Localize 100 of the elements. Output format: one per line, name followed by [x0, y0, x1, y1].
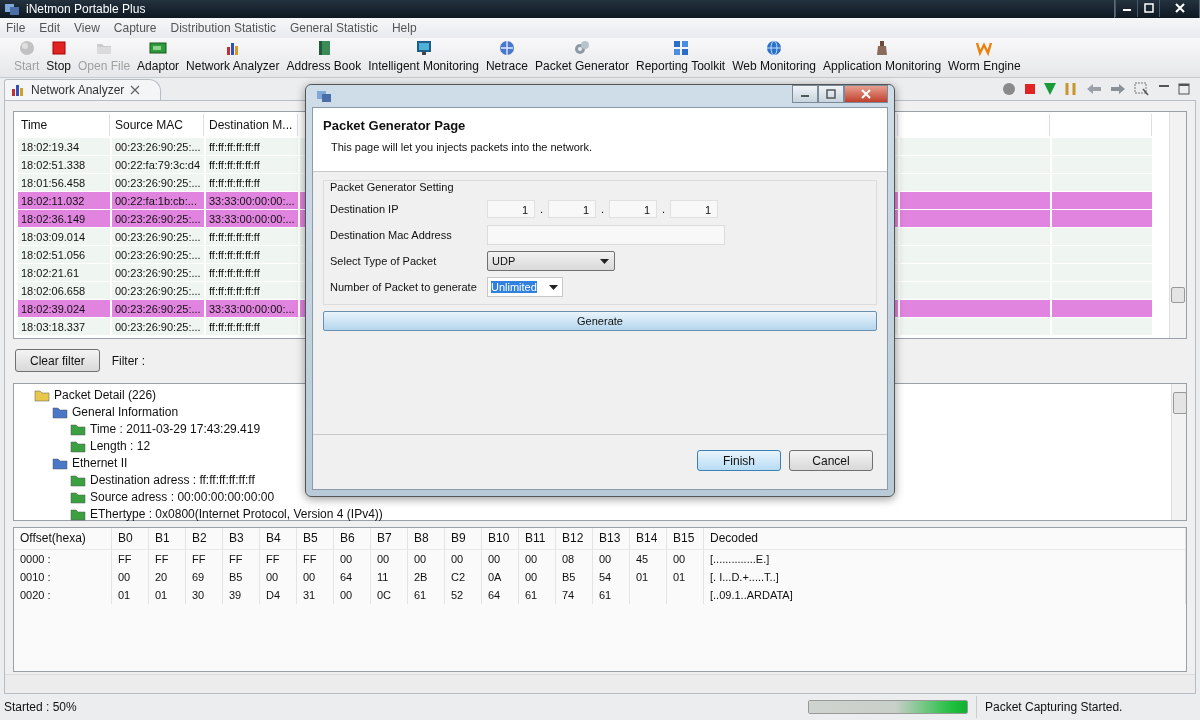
- toolbar-button[interactable]: Address Book: [284, 38, 364, 73]
- dialog-button[interactable]: Finish: [697, 450, 781, 471]
- tree-item[interactable]: General Information: [72, 405, 179, 420]
- table-cell: 18:03:09.014: [18, 228, 110, 246]
- right-arrow-icon[interactable]: [1110, 83, 1126, 95]
- column-header[interactable]: B14: [630, 527, 667, 550]
- table-cell: 00: [340, 588, 353, 601]
- menu-item[interactable]: Edit: [39, 21, 61, 35]
- scrollbar[interactable]: [1169, 112, 1186, 339]
- table-cell: 11: [377, 570, 389, 583]
- table-cell: [..09.1..ARDATA]: [710, 588, 793, 601]
- column-header[interactable]: B1: [149, 527, 186, 550]
- table-cell: 18:02:36.149: [18, 210, 110, 228]
- tree-item[interactable]: Destination adress : ff:ff:ff:ff:ff:ff: [90, 473, 255, 488]
- menu-item[interactable]: Capture: [113, 21, 157, 35]
- column-header[interactable]: B5: [297, 527, 334, 550]
- table-cell: 00: [303, 570, 316, 583]
- menu-item[interactable]: Distribution Statistic: [170, 21, 276, 35]
- menu-item[interactable]: Help: [391, 21, 417, 35]
- column-header[interactable]: B6: [334, 527, 371, 550]
- table-cell: 00: [488, 552, 501, 565]
- ip-octet-field[interactable]: 1: [548, 200, 596, 218]
- table-cell: ff:ff:ff:ff:ff:ff: [206, 174, 298, 192]
- column-header[interactable]: Destination M...: [206, 114, 298, 136]
- table-cell: 30: [192, 588, 205, 601]
- column-header[interactable]: B2: [186, 527, 223, 550]
- table-cell: ff:ff:ff:ff:ff:ff: [206, 246, 298, 264]
- triangle-icon[interactable]: [1044, 82, 1056, 96]
- table-cell: D4: [266, 588, 281, 601]
- table-cell: 00: [266, 570, 279, 583]
- left-arrow-icon[interactable]: [1086, 83, 1102, 95]
- table-cell: 01: [155, 588, 168, 601]
- toolbar-button[interactable]: Adaptor: [135, 38, 182, 73]
- scrollbar[interactable]: [5, 674, 1195, 693]
- toolbar-button[interactable]: Packet Generator: [532, 38, 631, 73]
- table-cell: 0C: [377, 588, 392, 601]
- table-cell: 00: [525, 570, 538, 583]
- toolbar-button[interactable]: Worm Engine: [946, 38, 1023, 73]
- column-header[interactable]: B13: [593, 527, 630, 550]
- dialog-button[interactable]: Cancel: [789, 450, 873, 471]
- table-cell: 0010 :: [20, 570, 51, 583]
- dropdown[interactable]: Unlimited: [487, 277, 563, 297]
- maximize-icon: [826, 89, 836, 99]
- menu-item[interactable]: View: [74, 21, 100, 35]
- dialog-heading: Packet Generator Page: [323, 118, 466, 133]
- column-header[interactable]: Time: [18, 114, 110, 136]
- circle-icon[interactable]: [1002, 82, 1016, 96]
- column-header[interactable]: B12: [556, 527, 593, 550]
- table-cell: 64: [488, 588, 501, 601]
- ip-octet-field[interactable]: 1: [670, 200, 718, 218]
- toolbar-button[interactable]: Netrace: [483, 38, 530, 73]
- ip-octet-field[interactable]: 1: [487, 200, 535, 218]
- tree-item[interactable]: Length : 12: [90, 439, 151, 454]
- column-header[interactable]: B10: [482, 527, 519, 550]
- column-header[interactable]: B15: [667, 527, 704, 550]
- toolbar-button[interactable]: Web Monitoring: [730, 38, 818, 73]
- input-field[interactable]: [487, 225, 725, 245]
- column-header[interactable]: B4: [260, 527, 297, 550]
- tree-item[interactable]: Time : 2011-03-29 17:43:29.419: [90, 422, 261, 437]
- column-header[interactable]: Source MAC: [112, 114, 204, 136]
- table-cell: 00: [673, 552, 686, 565]
- tab[interactable]: Network Analyzer: [4, 79, 162, 100]
- minimize-button[interactable]: [792, 85, 818, 103]
- tree-item[interactable]: Source adress : 00:00:00:00:00:00: [90, 490, 275, 505]
- table-cell: B5: [229, 570, 243, 583]
- toolbar-button[interactable]: Intelligent Monitoring: [366, 38, 481, 73]
- column-header[interactable]: Decoded: [704, 527, 1186, 550]
- tree-item[interactable]: Packet Detail (226): [54, 388, 157, 403]
- column-header[interactable]: B7: [371, 527, 408, 550]
- field-label: Number of Packet to generate: [330, 281, 478, 293]
- generate-button[interactable]: Generate: [323, 311, 877, 331]
- table-cell: 00:23:26:90:25:...: [112, 318, 204, 336]
- column-header[interactable]: Offset(hexa): [14, 527, 112, 550]
- table-cell: 18:01:56.458: [18, 174, 110, 192]
- table-cell: 31: [303, 588, 316, 601]
- column-header[interactable]: B8: [408, 527, 445, 550]
- table-cell: 00:22:fa:79:3c:d4: [112, 156, 204, 174]
- clear-filter-button[interactable]: Clear filter: [15, 349, 100, 373]
- dropdown[interactable]: UDP: [487, 251, 615, 271]
- toolbar-button[interactable]: Reporting Toolkit: [634, 38, 728, 73]
- toolbar-button[interactable]: Application Monitoring: [821, 38, 944, 73]
- column-header[interactable]: B9: [445, 527, 482, 550]
- column-header[interactable]: B0: [112, 527, 149, 550]
- stop-icon[interactable]: [1024, 83, 1036, 95]
- table-cell: 69: [192, 570, 205, 583]
- column-header[interactable]: B11: [519, 527, 556, 550]
- close-icon[interactable]: [130, 85, 141, 95]
- table-cell: 00: [599, 552, 612, 565]
- menu-item[interactable]: File: [6, 21, 26, 35]
- toolbar-button[interactable]: Network Analyzer: [184, 38, 282, 73]
- maximize-icon[interactable]: [1178, 83, 1190, 95]
- column-header[interactable]: B3: [223, 527, 260, 550]
- select-icon[interactable]: [1134, 82, 1150, 96]
- table-cell: 52: [451, 588, 464, 601]
- tree-item[interactable]: EThertype : 0x0800(Internet Protocol, Version 4 (IPv4)): [90, 507, 383, 522]
- ip-octet-field[interactable]: 1: [609, 200, 657, 218]
- menu-item[interactable]: General Statistic: [289, 21, 378, 35]
- scrollbar[interactable]: [1171, 383, 1186, 520]
- toolbar-button[interactable]: Stop: [44, 38, 74, 73]
- tree-item[interactable]: Ethernet II: [72, 456, 128, 471]
